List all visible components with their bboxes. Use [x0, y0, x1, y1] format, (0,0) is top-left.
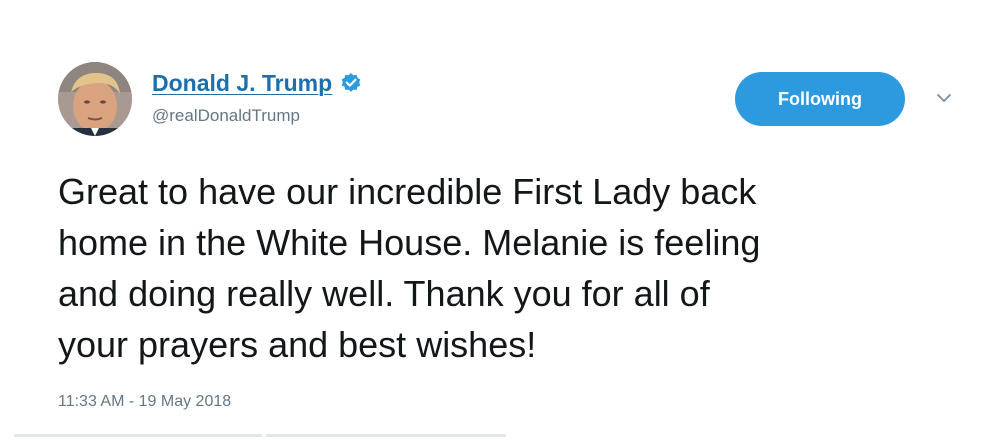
tweet-timestamp[interactable]: 11:33 AM - 19 May 2018 — [58, 393, 231, 411]
following-button[interactable]: Following — [735, 72, 905, 126]
tweet-header: Donald J. Trump @realDonaldTrump Followi… — [58, 58, 978, 140]
display-name[interactable]: Donald J. Trump — [152, 70, 332, 97]
verified-badge-icon — [340, 72, 362, 94]
chevron-down-icon[interactable] — [933, 90, 955, 106]
avatar[interactable] — [58, 62, 132, 136]
user-block: Donald J. Trump @realDonaldTrump — [152, 66, 572, 136]
tweet-text: Great to have our incredible First Lady … — [58, 166, 978, 370]
divider — [14, 434, 262, 437]
tweet-text-line: and doing really well. Thank you for all… — [58, 273, 710, 314]
name-row: Donald J. Trump — [152, 66, 362, 100]
tweet-text-line: Great to have our incredible First Lady … — [58, 171, 757, 212]
screen-name[interactable]: @realDonaldTrump — [152, 106, 300, 126]
avatar-image — [58, 62, 132, 136]
divider — [266, 434, 506, 437]
tweet-text-line: your prayers and best wishes! — [58, 324, 537, 365]
tweet-card: Donald J. Trump @realDonaldTrump Followi… — [0, 0, 1003, 440]
tweet-text-line: home in the White House. Melanie is feel… — [58, 222, 761, 263]
